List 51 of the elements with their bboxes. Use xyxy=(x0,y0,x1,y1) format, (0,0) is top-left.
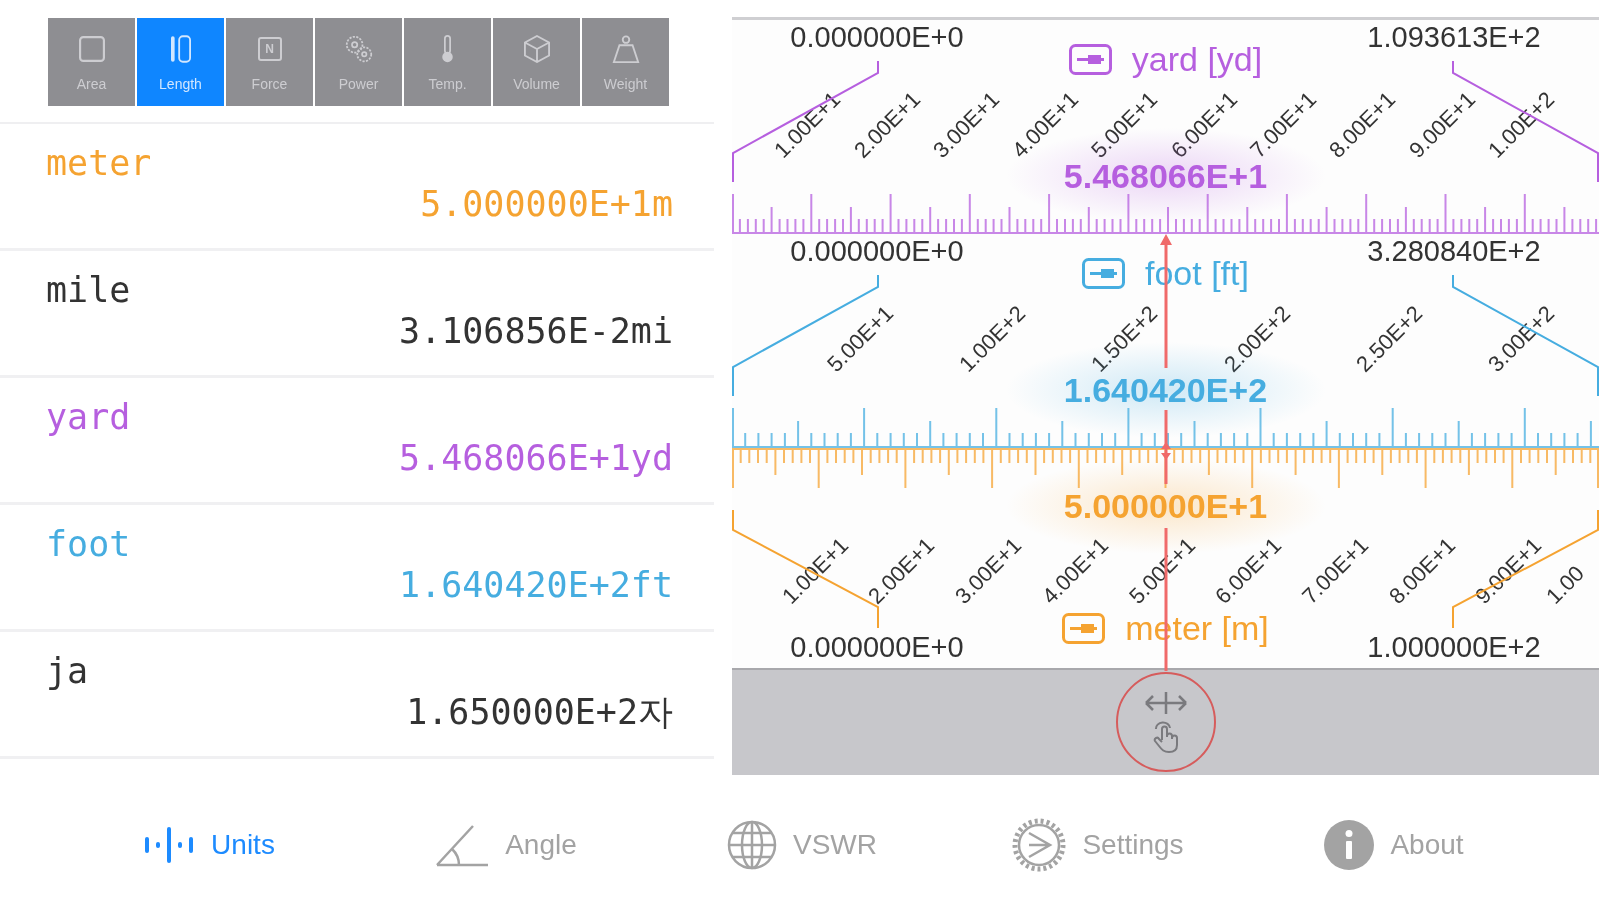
unit-name: yard xyxy=(46,397,131,437)
info-icon xyxy=(1324,820,1375,870)
scale-max-label: 1.093613E+2 xyxy=(1367,20,1541,54)
gears-icon xyxy=(343,35,374,63)
slider-icon xyxy=(1068,43,1112,75)
category-tab[interactable]: Weight xyxy=(582,18,669,106)
tab-bar-item[interactable]: About xyxy=(1324,816,1464,874)
scale-min-label: 0.000000E+0 xyxy=(790,20,964,54)
tab-bar-item[interactable]: Settings xyxy=(1012,814,1184,876)
tab-bar-item[interactable]: VSWR xyxy=(727,816,877,874)
unit-value: 1.650000E+2자 xyxy=(406,692,673,732)
unit-value: 5.468066E+1yd xyxy=(399,438,673,478)
scale-max-label: 1.000000E+2 xyxy=(1367,630,1541,664)
square-icon xyxy=(78,35,105,63)
category-tab[interactable]: Volume xyxy=(493,18,580,106)
unit-value: 1.640420E+2ft xyxy=(399,565,673,605)
hand-icon xyxy=(1152,721,1179,753)
category-tab[interactable]: Temp. xyxy=(404,18,491,106)
globe-icon xyxy=(727,820,777,870)
cube-icon xyxy=(523,35,550,63)
unit-name: ja xyxy=(46,651,89,691)
category-tab[interactable]: Area xyxy=(48,18,135,106)
unit-name: foot xyxy=(46,524,131,564)
unit-name: mile xyxy=(46,270,131,310)
slider-icon xyxy=(1082,257,1125,289)
thermometer-icon xyxy=(441,35,454,63)
angle-icon xyxy=(435,823,490,867)
unit-value: 5.000000E+1m xyxy=(420,184,673,224)
category-tab[interactable]: Power xyxy=(315,18,402,106)
scale-reading: 5.000000E+1 xyxy=(1063,488,1268,524)
scale-reading: 1.640420E+2 xyxy=(1063,372,1268,408)
scale-max-label: 3.280840E+2 xyxy=(1367,234,1541,268)
gear-icon xyxy=(1012,818,1067,872)
scale-min-label: 0.000000E+0 xyxy=(790,630,964,664)
unit-name: meter xyxy=(46,143,152,183)
waveform-icon xyxy=(145,827,196,863)
category-tab[interactable]: Length xyxy=(137,18,224,106)
scale-unit-label: yard [yd] xyxy=(1131,41,1263,77)
letter-square-icon: N xyxy=(257,37,282,61)
unit-value: 3.106856E-2mi xyxy=(399,311,673,351)
tab-bar-item[interactable]: Angle xyxy=(435,819,577,871)
weight-icon xyxy=(611,35,640,63)
slider-handle[interactable] xyxy=(1115,672,1216,772)
scale-reading: 5.468066E+1 xyxy=(1063,158,1268,194)
left-right-arrow-icon xyxy=(1143,691,1188,715)
slider-icon xyxy=(1062,612,1106,644)
category-tab[interactable]: N Force xyxy=(226,18,313,106)
slider-track[interactable] xyxy=(732,668,1599,775)
scale-min-label: 0.000000E+0 xyxy=(790,234,964,268)
ruler-icon xyxy=(170,35,191,63)
tab-bar-item[interactable]: Units xyxy=(145,823,275,867)
